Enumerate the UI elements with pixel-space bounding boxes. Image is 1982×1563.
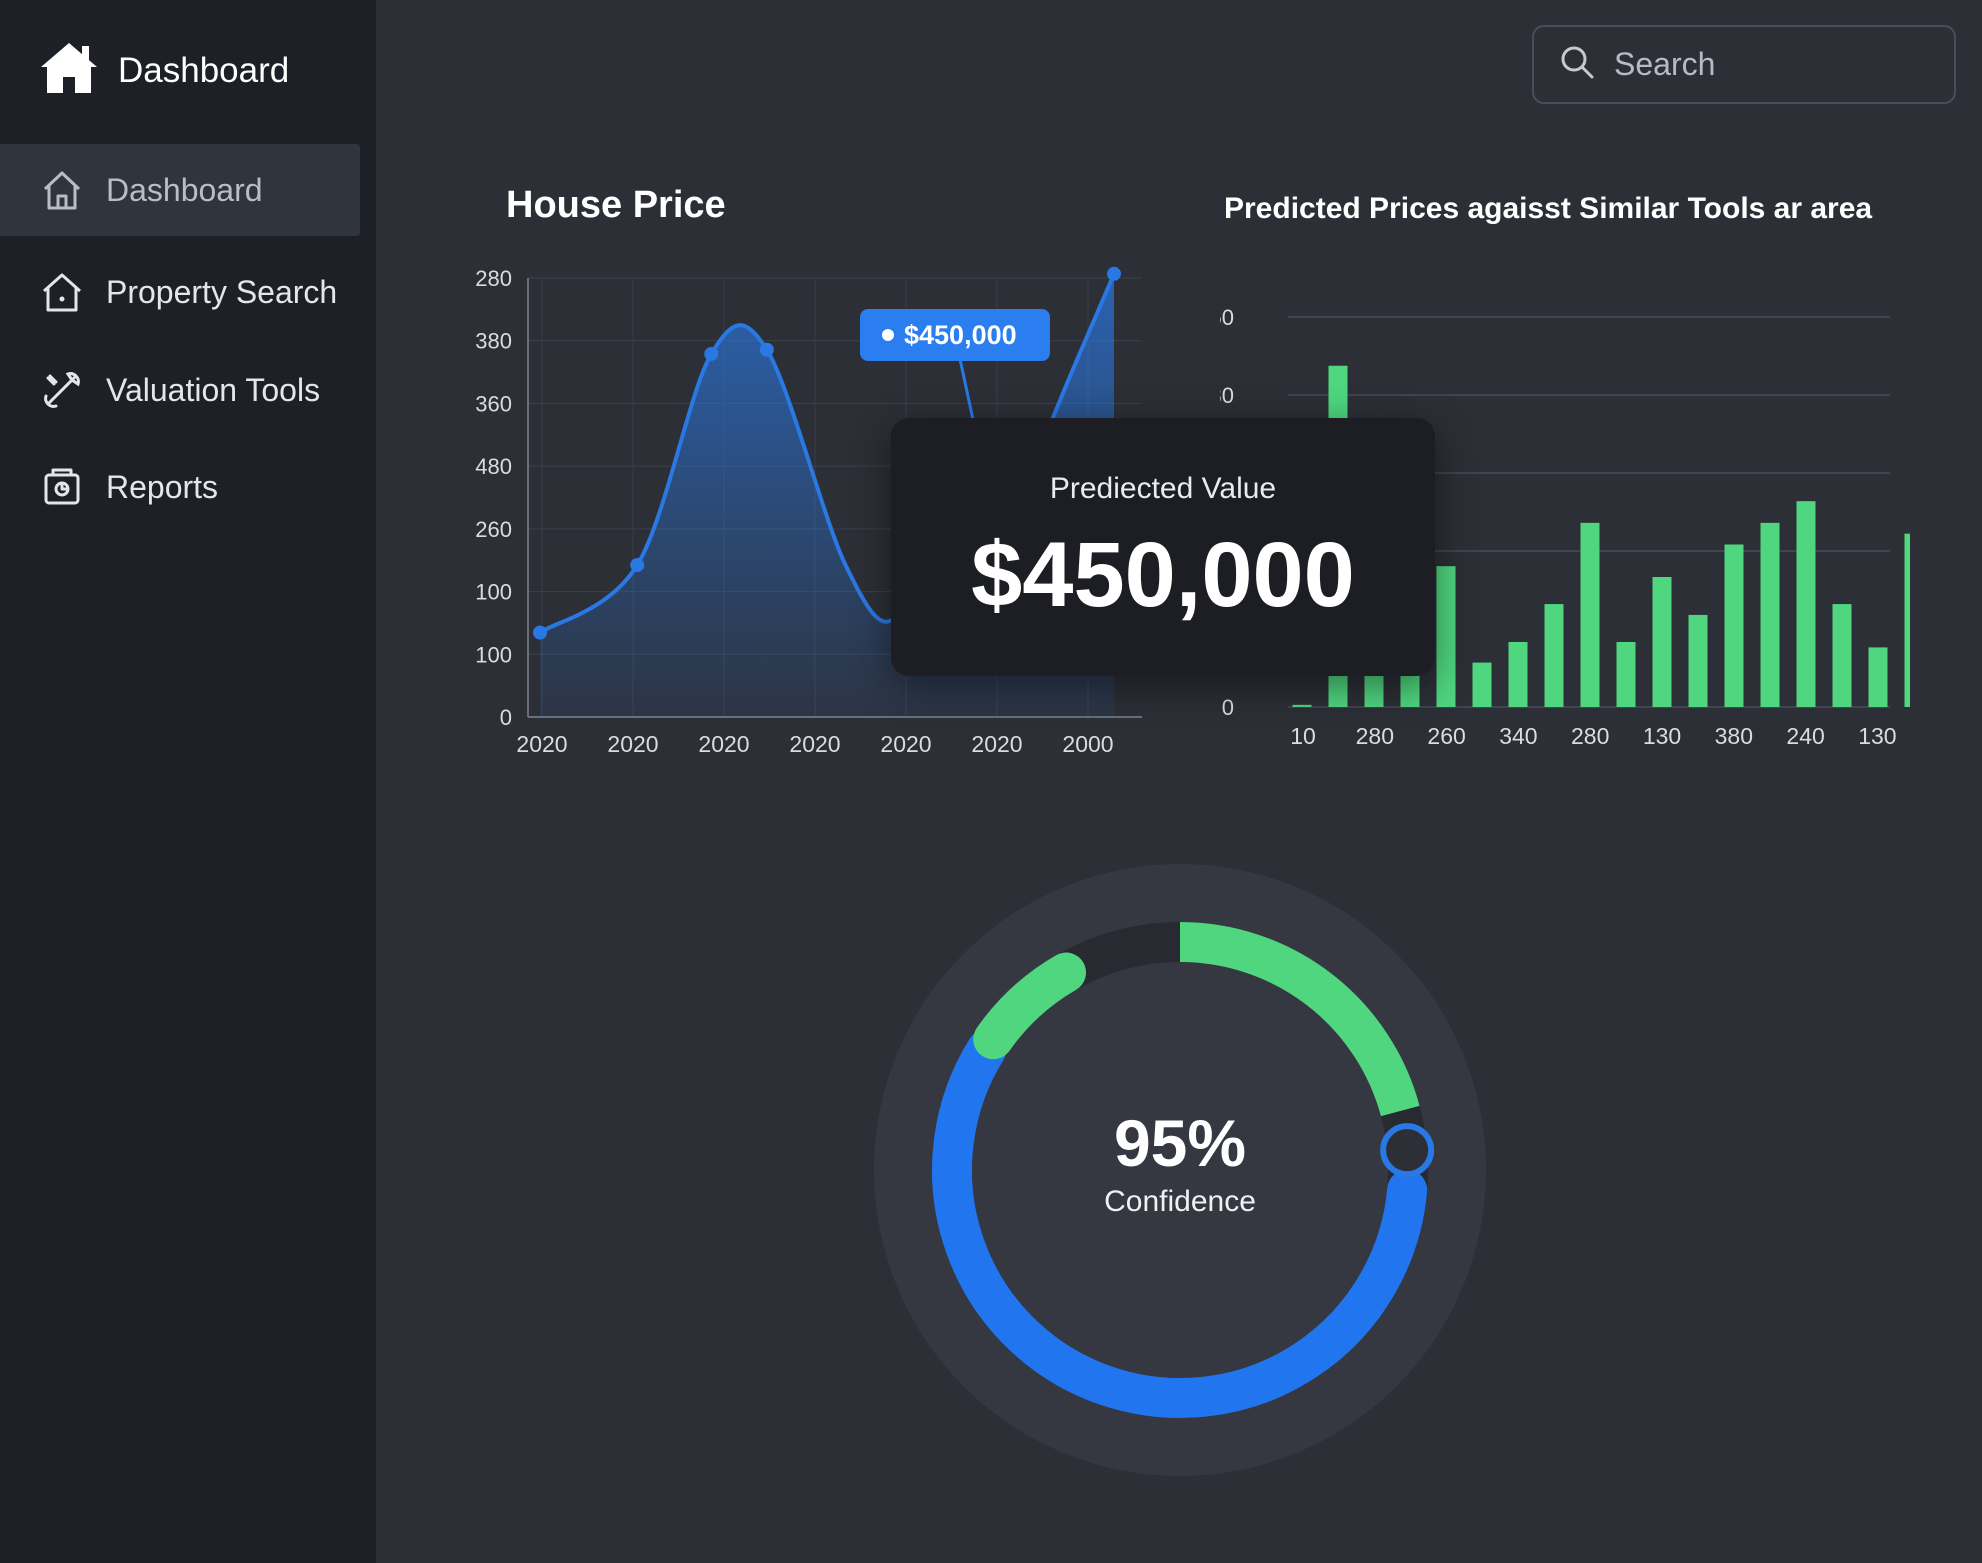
x-tick-label: 130 (1643, 723, 1681, 749)
x-tick-label: 380 (1715, 723, 1753, 749)
bar (1292, 704, 1312, 707)
brand-title: Dashboard (118, 50, 290, 90)
data-point (704, 346, 719, 361)
brand[interactable]: Dashboard (38, 40, 289, 101)
sidebar-item-dashboard[interactable]: Dashboard (0, 144, 360, 236)
prediction-card: Prediected Value $450,000 (891, 418, 1435, 676)
reports-icon (40, 465, 84, 509)
x-tick-label: 2020 (516, 731, 567, 757)
sidebar-item-label: Dashboard (106, 171, 263, 208)
sidebar-item-label: Reports (106, 468, 219, 505)
sidebar-item-valuation-tools[interactable]: Valuation Tools (0, 344, 360, 436)
confidence-label: Confidence (1104, 1185, 1256, 1218)
y-tick-label: 100 (475, 642, 512, 667)
y-tick-label: 280 (1220, 383, 1234, 408)
y-tick-label: 280 (475, 266, 512, 291)
search-box[interactable] (1532, 25, 1956, 104)
bar (1508, 642, 1528, 707)
x-tick-label: 2000 (1062, 731, 1113, 757)
data-point (759, 342, 774, 357)
predicted-prices-title: Predicted Prices agaisst Similar Tools a… (1224, 192, 1873, 225)
x-tick-label: 2020 (698, 731, 749, 757)
bar (1436, 566, 1456, 707)
bar (1724, 544, 1744, 707)
x-tick-label: 280 (1571, 723, 1609, 749)
bar (1796, 501, 1816, 707)
bar (1760, 522, 1780, 707)
confidence-value: 95% (1113, 1106, 1247, 1180)
sidebar-item-reports[interactable]: Reports (0, 441, 360, 533)
sidebar-item-label: Property Search (106, 273, 338, 310)
data-point (533, 625, 547, 640)
bar (1832, 604, 1852, 707)
data-point (1107, 266, 1121, 281)
y-tick-label: 260 (475, 517, 512, 542)
home-icon (38, 40, 100, 101)
tools-icon (40, 368, 84, 412)
bar (1688, 614, 1708, 707)
data-point (630, 558, 645, 573)
y-tick-label: 480 (475, 454, 512, 479)
sidebar-item-label: Valuation Tools (106, 371, 321, 408)
search-input[interactable] (1612, 45, 1936, 84)
bar (1580, 522, 1600, 707)
x-tick-label: 2020 (880, 731, 931, 757)
search-icon (1560, 45, 1594, 84)
y-tick-label: 260 (1220, 305, 1234, 330)
x-tick-label: 2020 (607, 731, 658, 757)
x-tick-label: 130 (1858, 723, 1896, 749)
x-tick-label: 340 (1499, 723, 1537, 749)
sidebar: Dashboard Dashboard Property Search Valu… (0, 0, 376, 1563)
home-outline-icon (40, 168, 84, 212)
confidence-readout: 95% Confidence (1000, 1105, 1360, 1219)
y-tick-label: 0 (1222, 695, 1234, 720)
y-tick-label: 380 (475, 329, 512, 354)
gauge-knob[interactable] (1380, 1123, 1435, 1178)
x-tick-label: 10 (1290, 723, 1316, 749)
house-search-icon (40, 270, 84, 314)
annotation-label: $450,000 (904, 320, 1017, 350)
x-tick-label: 280 (1356, 723, 1394, 749)
y-tick-label: 360 (475, 391, 512, 416)
bar (1472, 662, 1492, 707)
x-tick-label: 260 (1427, 723, 1465, 749)
bar (1544, 604, 1564, 707)
predicted-value-label: Prediected Value (1049, 472, 1277, 505)
sidebar-item-property-search[interactable]: Property Search (0, 246, 360, 338)
x-tick-label: 2020 (789, 731, 840, 757)
bar (1904, 533, 1910, 707)
predicted-value: $450,000 (971, 524, 1355, 626)
y-tick-label: 0 (500, 705, 512, 730)
bar (1868, 647, 1888, 707)
annotation-dot (882, 329, 894, 341)
bar (1652, 577, 1672, 707)
x-tick-label: 240 (1786, 723, 1824, 749)
y-tick-label: 100 (475, 580, 512, 605)
bar (1616, 642, 1636, 707)
x-tick-label: 2020 (971, 731, 1022, 757)
